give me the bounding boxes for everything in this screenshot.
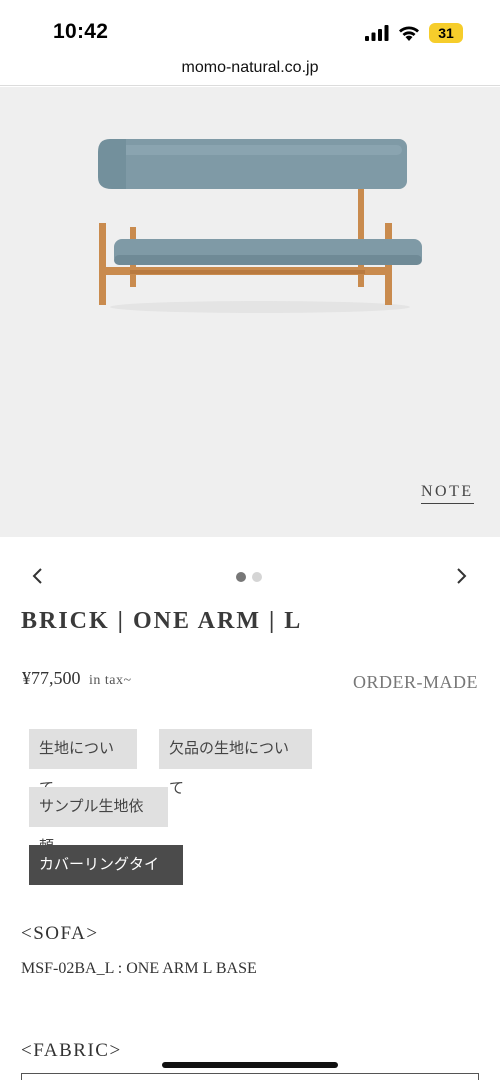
chevron-left-icon[interactable] [28, 566, 48, 586]
fabric-section-heading: <FABRIC> [21, 1040, 122, 1061]
sample-request-button[interactable]: サンプル生地依頼 [29, 787, 168, 855]
price-value: ¥77,500 [22, 668, 81, 688]
clock-time: 10:42 [53, 20, 109, 43]
note-link[interactable]: NOTE [421, 483, 474, 504]
carousel-dot[interactable] [252, 572, 262, 582]
chevron-right-icon[interactable] [451, 566, 471, 586]
sofa-product-image [98, 139, 422, 313]
home-indicator[interactable] [162, 1062, 338, 1068]
product-image-carousel[interactable]: NOTE [0, 87, 500, 537]
status-bar: 10:42 31 [0, 0, 500, 56]
fabric-select[interactable] [21, 1073, 479, 1080]
order-made-label: ORDER-MADE [353, 672, 478, 692]
carousel-dot-active[interactable] [236, 572, 246, 582]
missing-fabric-button[interactable]: 欠品の生地について [159, 729, 312, 797]
wifi-icon [399, 26, 419, 41]
cellular-signal-icon [365, 25, 389, 41]
browser-url-bar[interactable]: momo-natural.co.jp [0, 56, 500, 86]
sofa-model-text: MSF-02BA_L : ONE ARM L BASE [21, 960, 257, 977]
product-title: BRICK | ONE ARM | L [21, 608, 303, 634]
sofa-section-heading: <SOFA> [21, 923, 99, 944]
carousel-dots[interactable] [236, 572, 262, 582]
covering-type-button[interactable]: カバーリングタイプ [29, 845, 183, 913]
battery-indicator: 31 [429, 23, 463, 43]
fabric-info-button[interactable]: 生地について [29, 729, 137, 797]
url-text[interactable]: momo-natural.co.jp [0, 59, 500, 77]
tax-label: in tax~ [89, 673, 132, 688]
product-price: ¥77,500 in tax~ [22, 668, 132, 689]
